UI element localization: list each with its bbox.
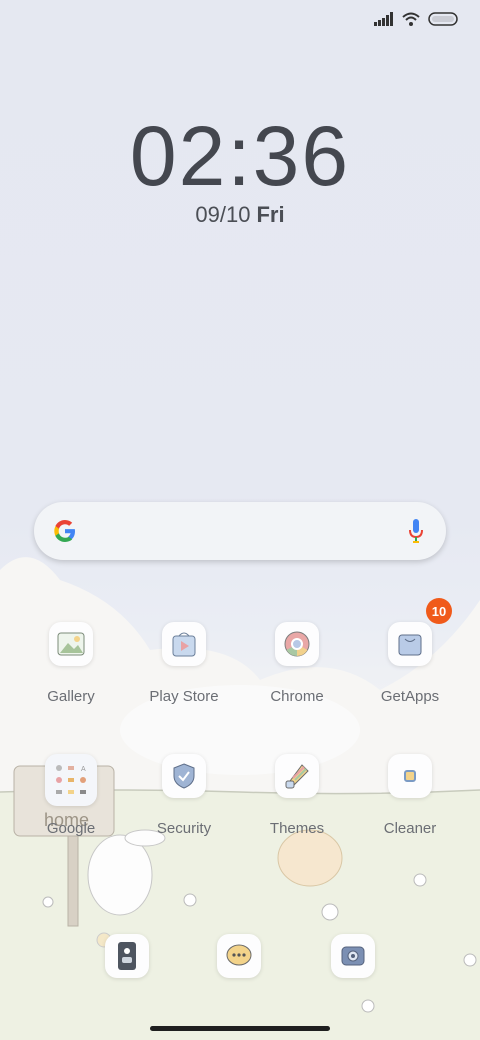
signal-icon [374,12,393,26]
microphone-icon[interactable] [408,517,424,545]
wifi-icon [402,12,420,26]
weekday-text: Fri [256,202,285,227]
chrome-icon [275,622,319,666]
app-label: Gallery [47,688,95,705]
status-bar [374,12,460,26]
app-chrome[interactable]: Chrome [247,622,347,705]
date-text: 09/10 [195,202,251,227]
google-folder-icon: A [45,754,97,806]
play-store-icon [162,622,206,666]
messages-icon [217,934,261,978]
app-security[interactable]: Security [134,754,234,837]
google-g-icon [54,520,75,542]
dock-camera[interactable] [331,934,375,978]
app-label: GetApps [380,688,440,705]
gallery-icon [49,622,93,666]
app-label: Play Store [149,688,219,705]
home-screen: home 02:36 09/10 Fri Gallery Play Store … [0,0,480,1040]
getapps-icon [388,622,432,666]
notification-badge: 10 [426,598,452,624]
battery-icon [428,12,458,26]
cleaner-icon [388,754,432,798]
app-label: Security [156,820,212,837]
app-label: Cleaner [383,820,437,837]
security-icon [162,754,206,798]
app-gallery[interactable]: Gallery [21,622,121,705]
camera-icon [331,934,375,978]
phone-icon [105,934,149,978]
app-label: Google [46,820,96,837]
dock-messages[interactable] [217,934,261,978]
dock-phone[interactable] [105,934,149,978]
lock-date: 09/10 Fri [0,202,480,228]
themes-icon [275,754,319,798]
gesture-navigation-bar[interactable] [150,1026,330,1031]
app-themes[interactable]: Themes [247,754,347,837]
app-cleaner[interactable]: Cleaner [360,754,460,837]
google-search-bar[interactable] [34,502,446,560]
svg-text:A: A [81,766,86,773]
app-label: Themes [269,820,325,837]
app-google-folder[interactable]: A Google [21,754,121,837]
app-label: Chrome [270,688,324,705]
app-getapps[interactable]: 10 GetApps [360,598,460,705]
app-play-store[interactable]: Play Store [134,622,234,705]
lock-time: 02:36 [129,109,351,203]
